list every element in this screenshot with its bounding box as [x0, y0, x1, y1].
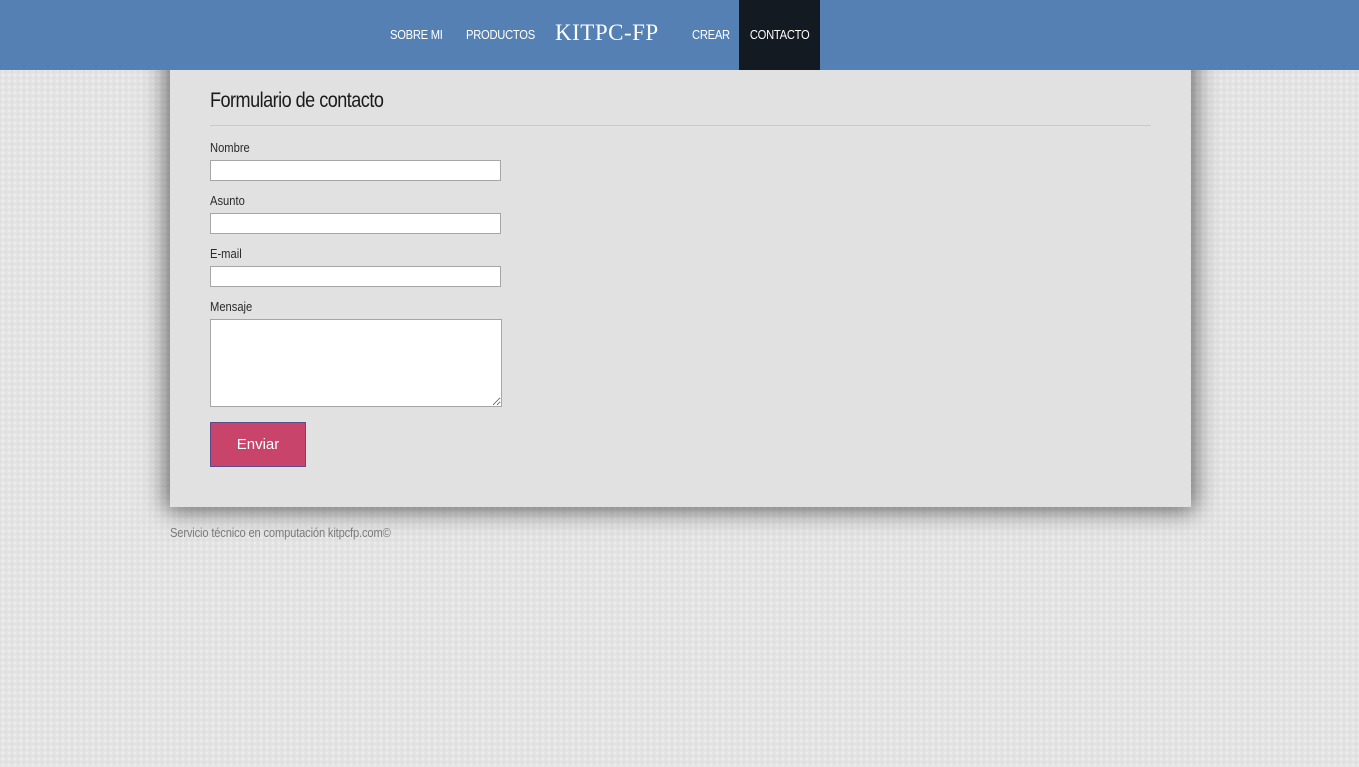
nav-item-productos[interactable]: PRODUCTOS [466, 0, 546, 70]
nav-item-crear[interactable]: CREAR [692, 0, 736, 70]
content-card [170, 0, 1191, 507]
footer-text: Servicio técnico en computación kitpcfp.… [170, 525, 427, 540]
email-label: E-mail [210, 246, 247, 261]
mensaje-label: Mensaje [210, 299, 259, 314]
mensaje-label-text: Mensaje [210, 299, 253, 314]
asunto-label: Asunto [210, 193, 250, 208]
asunto-label-text: Asunto [210, 193, 245, 208]
email-input[interactable] [210, 266, 501, 287]
main-nav: SOBRE MI PRODUCTOS KITPC-FP CREAR CONTAC… [170, 0, 1191, 70]
nombre-label-text: Nombre [210, 140, 250, 155]
email-label-text: E-mail [210, 246, 242, 261]
page-title-text: Formulario de contacto [210, 89, 384, 112]
nombre-input[interactable] [210, 160, 501, 181]
nav-item-contacto[interactable]: CONTACTO [739, 0, 820, 70]
nav-item-sobre-mi[interactable]: SOBRE MI [390, 0, 451, 70]
nav-item-label: SOBRE MI [390, 27, 443, 42]
nav-item-label: CONTACTO [749, 27, 810, 42]
enviar-button[interactable]: Enviar [210, 422, 306, 467]
nav-item-label: PRODUCTOS [466, 27, 535, 42]
asunto-input[interactable] [210, 213, 501, 234]
footer-copyright: Servicio técnico en computación kitpcfp.… [170, 525, 391, 540]
mensaje-textarea[interactable] [210, 319, 502, 407]
page-title: Formulario de contacto [210, 89, 412, 113]
nav-item-label: CREAR [692, 27, 730, 42]
title-divider [210, 125, 1151, 126]
site-logo[interactable]: KITPC-FP [555, 0, 659, 66]
nombre-label: Nombre [210, 140, 256, 155]
